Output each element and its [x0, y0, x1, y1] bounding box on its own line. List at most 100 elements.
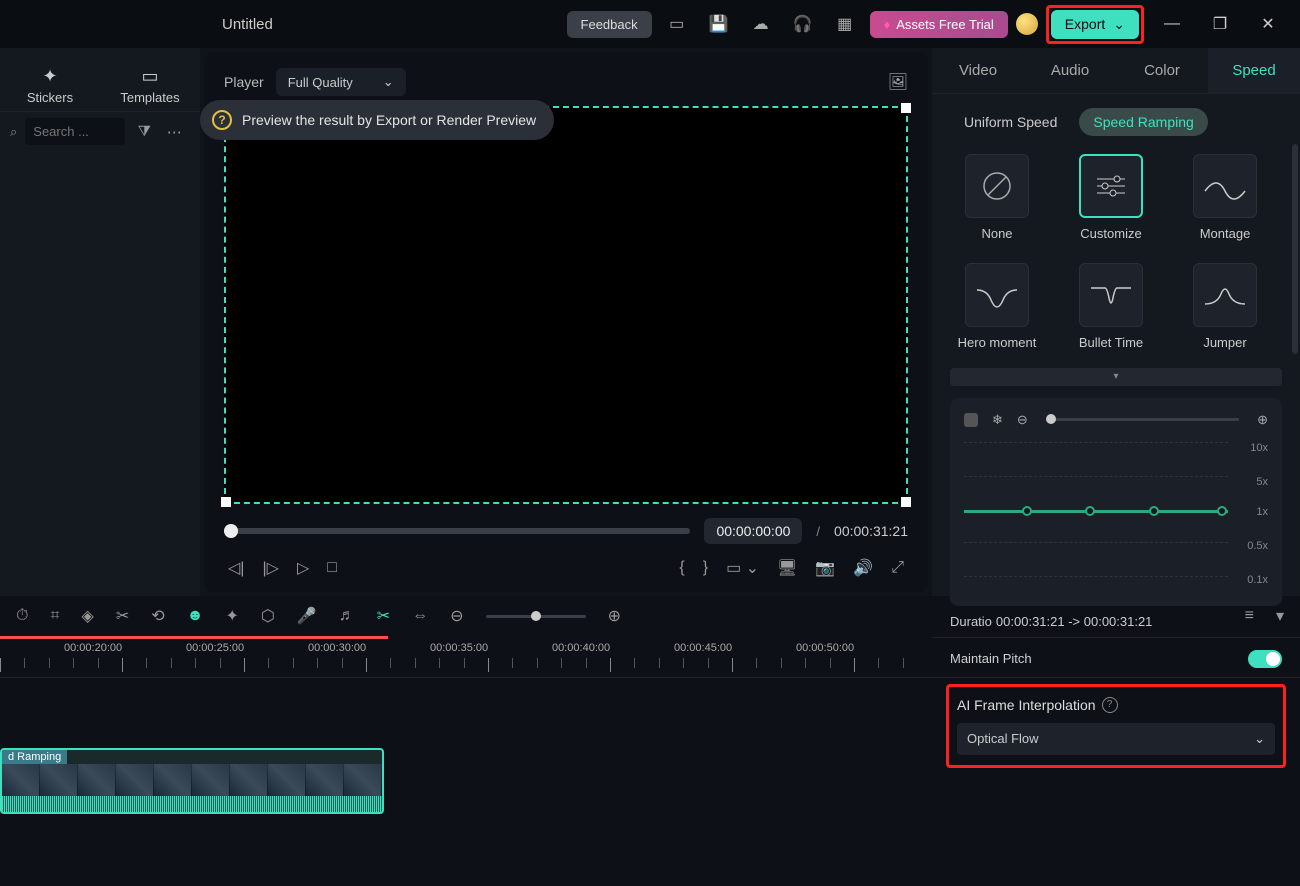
next-frame-button[interactable]: |▷ [262, 558, 278, 578]
stickers-icon: ✦ [0, 62, 100, 90]
split-icon[interactable]: ✂ [377, 606, 390, 626]
save-icon[interactable]: 💾 [702, 7, 736, 41]
ramp-y-01x: 0.1x [1247, 574, 1268, 586]
feedback-button[interactable]: Feedback [567, 11, 652, 38]
zoom-out-button[interactable]: ⊖ [450, 606, 463, 626]
tab-video[interactable]: Video [932, 48, 1024, 93]
freeze-icon[interactable]: ❄ [992, 412, 1003, 428]
fullscreen-button[interactable]: ⤢ [891, 559, 904, 577]
preview-canvas[interactable] [224, 106, 908, 504]
zoom-slider[interactable] [486, 615, 586, 618]
volume-button[interactable]: 🔊 [853, 558, 873, 578]
assets-label: Assets Free Trial [896, 17, 994, 32]
tab-speed[interactable]: Speed [1208, 48, 1300, 93]
tab-color[interactable]: Color [1116, 48, 1208, 93]
preset-none[interactable]: None [950, 154, 1044, 243]
tick-label: 00:00:25:00 [186, 642, 244, 654]
help-icon[interactable]: ? [1102, 697, 1118, 713]
time-separator: / [816, 524, 820, 539]
face-icon[interactable]: ☻ [187, 607, 204, 625]
zoom-out-icon[interactable]: ⊖ [1017, 412, 1028, 428]
preset-hero[interactable]: Hero moment [950, 263, 1044, 352]
cloud-icon[interactable]: ☁ [744, 7, 778, 41]
rotate-icon[interactable]: ⟲ [151, 606, 164, 626]
ai-label: AI Frame Interpolation [957, 697, 1096, 713]
timip-track[interactable]: d Ramping [0, 748, 384, 814]
fit-icon[interactable]: ⇔ [412, 607, 428, 625]
zoom-in-button[interactable]: ⊕ [608, 606, 621, 626]
templates-icon: ▭ [100, 62, 200, 90]
timeline-ruler[interactable]: 00:00:20:00 00:00:25:00 00:00:30:00 00:0… [0, 636, 1300, 678]
uniform-speed-tab[interactable]: Uniform Speed [950, 108, 1071, 136]
display-button[interactable]: 🖥 [777, 558, 797, 578]
duration-label: Duratio [950, 614, 992, 629]
close-button[interactable]: ✕ [1248, 7, 1288, 41]
preset-bullet[interactable]: Bullet Time [1064, 263, 1158, 352]
device-icon[interactable]: ▭ [660, 7, 694, 41]
templates-tab[interactable]: ▭ Templates [100, 62, 200, 105]
shield-icon[interactable]: ⬡ [261, 606, 275, 626]
right-scrollbar[interactable] [1292, 144, 1298, 354]
preset-jumper[interactable]: Jumper [1178, 263, 1272, 352]
headset-icon[interactable]: 🎧 [786, 7, 820, 41]
ai-interpolation-dropdown[interactable]: Optical Flow ⌄ [957, 723, 1275, 755]
ramp-keyframe[interactable] [1149, 506, 1159, 516]
corner-handle-bl[interactable] [221, 497, 231, 507]
tag-icon[interactable]: ◈ [82, 606, 94, 626]
speed-knob[interactable] [1046, 414, 1056, 424]
play-button[interactable]: ▷ [297, 558, 309, 578]
tick-label: 00:00:30:00 [308, 642, 366, 654]
mark-out-button[interactable]: } [703, 559, 708, 577]
zoom-in-icon[interactable]: ⊕ [1257, 412, 1268, 428]
effects-icon[interactable]: ✦ [225, 606, 238, 626]
mark-in-button[interactable]: { [679, 559, 684, 577]
ramp-y-1x: 1x [1256, 506, 1268, 518]
tick-label: 00:00:40:00 [552, 642, 610, 654]
left-sidebar: ✦ Stickers ▭ Templates ⌕ ⧩ ⋯ [0, 48, 200, 596]
speed-ramping-tab[interactable]: Speed Ramping [1079, 108, 1207, 136]
more-icon[interactable]: ⋯ [163, 123, 185, 141]
maximize-button[interactable]: ❐ [1200, 7, 1240, 41]
search-input[interactable] [25, 118, 125, 145]
corner-handle-tr[interactable] [901, 103, 911, 113]
keyframe-button[interactable] [964, 413, 978, 427]
crop-icon[interactable]: ⌗ [50, 607, 59, 625]
chevron-down-icon: ⌄ [383, 74, 394, 90]
tab-audio[interactable]: Audio [1024, 48, 1116, 93]
zoom-knob[interactable] [531, 611, 541, 621]
snapshot-icon[interactable]: 🖼 [888, 72, 908, 92]
minimize-button[interactable]: — [1152, 7, 1192, 41]
music-icon[interactable]: ♬ [339, 607, 355, 625]
profile-avatar[interactable] [1016, 13, 1038, 35]
preset-customize[interactable]: Customize [1064, 154, 1158, 243]
grid-icon[interactable]: ▦ [828, 7, 862, 41]
mask-icon[interactable]: ✂ [116, 606, 129, 626]
preset-montage[interactable]: Montage [1178, 154, 1272, 243]
export-button[interactable]: Export ⌄ [1051, 10, 1139, 39]
ratio-button[interactable]: ▭ ⌄ [726, 558, 759, 578]
camera-button[interactable]: 📷 [815, 558, 835, 578]
mic-icon[interactable]: 🎤 [297, 606, 317, 626]
timer-icon[interactable]: ⏱ [16, 607, 28, 625]
tick-label: 00:00:50:00 [796, 642, 854, 654]
timeline-progress [0, 636, 388, 639]
expand-presets[interactable]: ▾ [950, 368, 1282, 386]
corner-handle-br[interactable] [901, 497, 911, 507]
clip-waveform [2, 796, 382, 812]
assets-trial-button[interactable]: ♦ Assets Free Trial [870, 11, 1008, 38]
speed-slider[interactable] [1046, 418, 1239, 421]
tick-label: 00:00:20:00 [64, 642, 122, 654]
scrub-bar[interactable] [224, 528, 690, 534]
stop-button[interactable]: □ [327, 559, 337, 577]
scrub-knob[interactable] [224, 524, 238, 538]
search-icon: ⌕ [10, 124, 17, 140]
prev-frame-button[interactable]: ◁| [228, 558, 244, 578]
ramp-graph[interactable]: 10x 5x 1x 0.5x 0.1x [964, 442, 1268, 592]
ramp-curve[interactable] [964, 510, 1228, 513]
ramp-keyframe[interactable] [1022, 506, 1032, 516]
filter-icon[interactable]: ⧩ [133, 123, 155, 140]
tick-label: 00:00:45:00 [674, 642, 732, 654]
quality-dropdown[interactable]: Full Quality ⌄ [276, 68, 406, 96]
titlebar: Untitled Feedback ▭ 💾 ☁ 🎧 ▦ ♦ Assets Fre… [0, 0, 1300, 48]
stickers-tab[interactable]: ✦ Stickers [0, 62, 100, 105]
